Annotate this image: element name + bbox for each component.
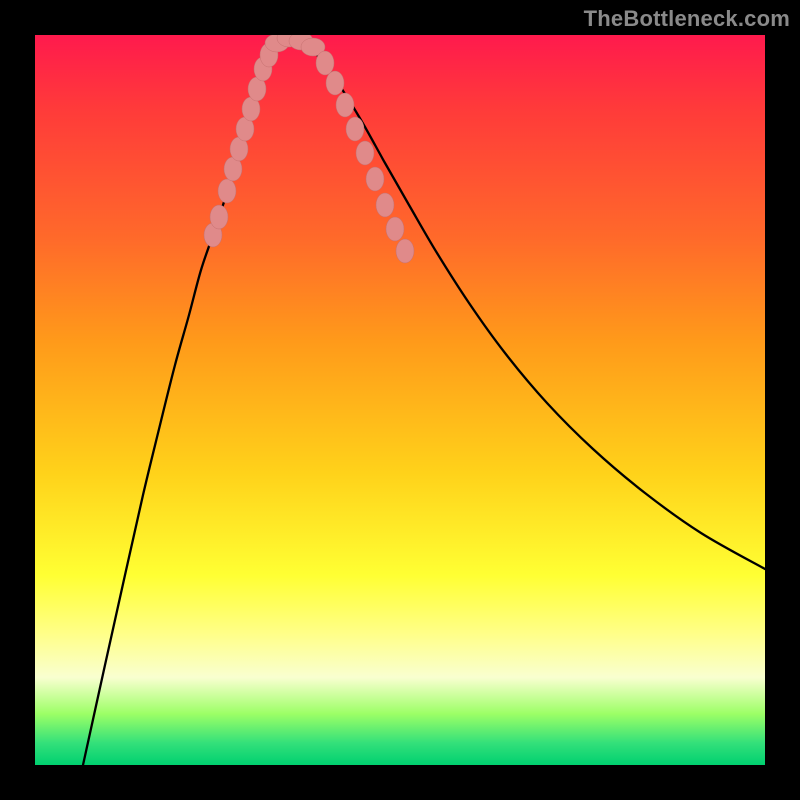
right-curve-line bbox=[289, 38, 765, 569]
right-markers-point bbox=[356, 141, 374, 165]
right-markers-point bbox=[376, 193, 394, 217]
markers-group bbox=[204, 35, 414, 263]
right-markers-point bbox=[386, 217, 404, 241]
watermark-text: TheBottleneck.com bbox=[584, 6, 790, 32]
right-markers-point bbox=[336, 93, 354, 117]
right-markers-point bbox=[366, 167, 384, 191]
chart-svg bbox=[35, 35, 765, 765]
right-markers-point bbox=[396, 239, 414, 263]
chart-frame: TheBottleneck.com bbox=[0, 0, 800, 800]
right-markers-point bbox=[316, 51, 334, 75]
plot-area bbox=[35, 35, 765, 765]
left-curve-line bbox=[83, 38, 289, 765]
right-markers-point bbox=[346, 117, 364, 141]
left-markers-point bbox=[218, 179, 236, 203]
left-markers-point bbox=[210, 205, 228, 229]
right-markers-point bbox=[326, 71, 344, 95]
